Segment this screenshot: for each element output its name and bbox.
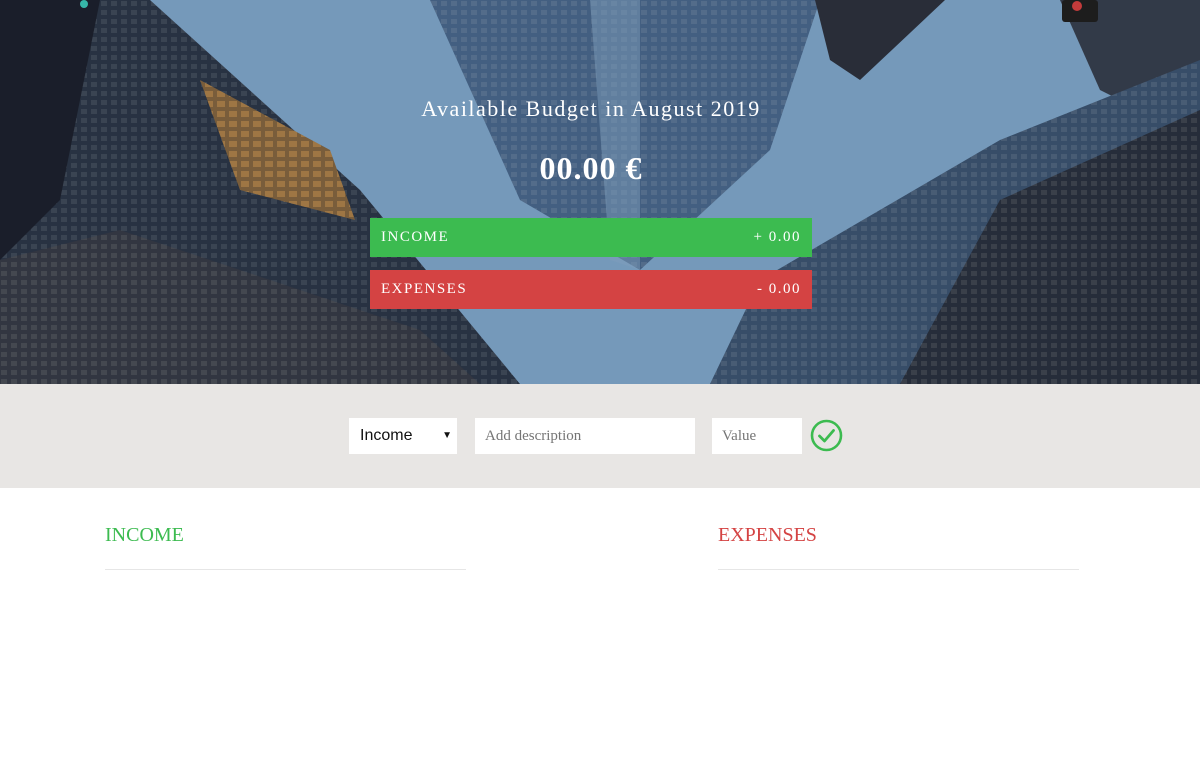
expenses-summary-value: - 0.00 [757,281,801,297]
available-budget-value: 00.00 € [539,150,643,186]
description-input[interactable]: Add description [475,418,695,454]
expenses-list: EXPENSES [718,488,1079,570]
income-summary-label: INCOME [381,229,450,245]
type-select-value: Income [360,427,413,444]
add-item-bar: Income ▼ Add description Value [0,384,1200,488]
expenses-summary-bar: EXPENSES - 0.00 [370,270,812,309]
income-list: INCOME [105,488,466,570]
hero-header: Available Budget in August 2019 00.00 € … [0,0,1200,384]
budget-title: Available Budget in August 2019 [421,96,761,121]
income-summary-bar: INCOME + 0.00 [370,218,812,257]
check-circle-icon[interactable] [810,419,843,452]
description-placeholder: Add description [485,427,582,444]
income-summary-value: + 0.00 [753,229,801,245]
expenses-summary-label: EXPENSES [381,281,468,297]
type-select[interactable]: Income ▼ [349,418,457,454]
value-input[interactable]: Value [712,418,802,454]
expenses-list-title: EXPENSES [718,524,1079,570]
caret-down-icon: ▼ [442,430,452,441]
income-list-title: INCOME [105,524,466,570]
value-placeholder: Value [722,427,757,444]
